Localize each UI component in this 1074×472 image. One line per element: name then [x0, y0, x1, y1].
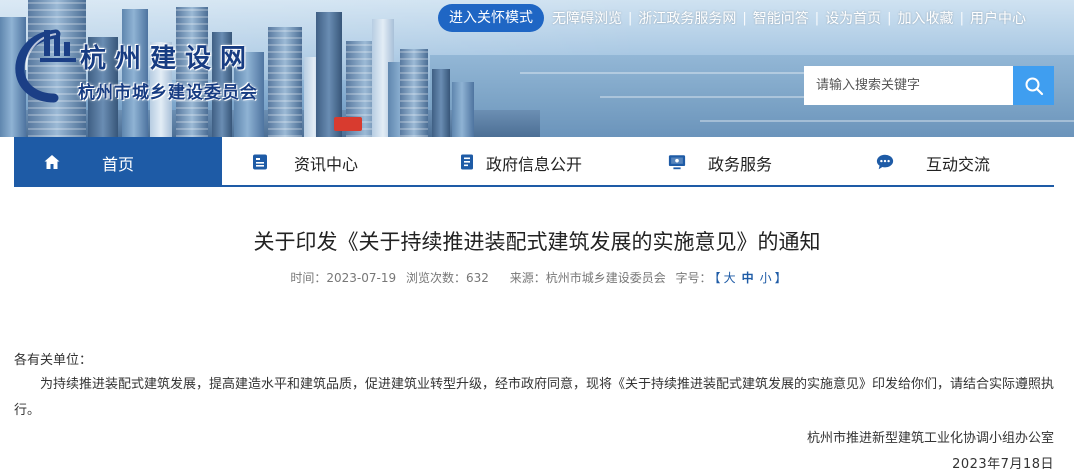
care-mode-button[interactable]: 进入关怀模式: [438, 4, 544, 32]
user-center-link[interactable]: 用户中心: [964, 8, 1032, 28]
nav-label-news-center: 资讯中心: [294, 155, 359, 174]
signature-date: 2023年7月18日: [952, 457, 1054, 472]
font-size-medium-button[interactable]: 中: [742, 271, 754, 285]
header-banner: 杭州建设网 杭州市城乡建设委员会 进入关怀模式 无障碍浏览 | 浙江政务服务网 …: [0, 0, 1074, 137]
nav-item-interaction[interactable]: 互动交流: [846, 137, 1054, 185]
signature-organization: 杭州市推进新型建筑工业化协调小组办公室: [806, 431, 1054, 446]
link-separator: |: [742, 10, 747, 26]
home-icon: [43, 153, 61, 171]
article-body: 为持续推进装配式建筑发展，提高建造水平和建筑品质，促进建筑业转型升级，经市政府同…: [14, 377, 1055, 418]
site-title: 杭州建设网: [80, 44, 256, 74]
nav-label-gov-service: 政务服务: [708, 155, 773, 174]
search-button[interactable]: [1013, 66, 1054, 105]
top-links-bar: 进入关怀模式 无障碍浏览 | 浙江政务服务网 | 智能问答 | 设为首页 | 加…: [438, 4, 1032, 32]
site-logo[interactable]: 杭州建设网 杭州市城乡建设委员会: [14, 28, 294, 110]
nav-label-gov-info: 政府信息公开: [486, 155, 583, 174]
article-salutation: 各有关单位：: [14, 353, 93, 368]
banner-red-sign: [334, 117, 362, 131]
monitor-icon: [668, 153, 686, 171]
add-favorite-link[interactable]: 加入收藏: [892, 8, 960, 28]
link-separator: |: [959, 10, 964, 26]
banner-building: [452, 82, 474, 137]
smart-qa-link[interactable]: 智能问答: [747, 8, 815, 28]
article-title: 关于印发《关于持续推进装配式建筑发展的实施意见》的通知: [253, 230, 821, 254]
link-separator: |: [628, 10, 633, 26]
site-subtitle: 杭州市城乡建设委员会: [78, 83, 258, 103]
search-icon: [1025, 77, 1043, 95]
font-size-close-bracket: 】: [774, 271, 787, 285]
search-input[interactable]: [804, 66, 1013, 105]
zhejiang-gov-service-link[interactable]: 浙江政务服务网: [632, 8, 742, 28]
banner-river-line: [700, 120, 1074, 122]
font-size-open-bracket: 【: [714, 271, 721, 285]
nav-label-interaction: 互动交流: [926, 155, 991, 174]
view-count: 浏览次数：632: [405, 271, 489, 285]
link-separator: |: [887, 10, 892, 26]
nav-item-gov-service[interactable]: 政务服务: [638, 137, 846, 185]
link-separator: |: [814, 10, 820, 26]
search-box: [804, 66, 1054, 105]
font-size-large-button[interactable]: 大: [724, 271, 736, 285]
font-size-small-button[interactable]: 小: [760, 271, 772, 285]
font-size-label: 字号：: [675, 271, 712, 285]
set-homepage-link[interactable]: 设为首页: [819, 8, 887, 28]
publish-time: 时间：2023-07-19: [290, 271, 397, 285]
article-source: 来源：杭州市城乡建设委员会: [509, 271, 666, 285]
chat-icon: [876, 153, 894, 171]
logo-emblem-icon: [15, 29, 76, 103]
article-meta: 时间：2023-07-19 浏览次数：632 来源：杭州市城乡建设委员会 字号：…: [0, 269, 1074, 286]
nav-item-news-center[interactable]: 资讯中心: [222, 137, 430, 185]
nav-item-gov-info[interactable]: 政府信息公开: [430, 137, 638, 185]
nav-label-home: 首页: [102, 155, 135, 174]
news-icon: [251, 153, 269, 171]
nav-item-home[interactable]: 首页: [14, 137, 222, 185]
accessibility-link[interactable]: 无障碍浏览: [544, 8, 628, 28]
main-nav: 首页 资讯中心 政府信息公开 政务服务 互动交流: [14, 137, 1054, 187]
document-icon: [458, 153, 476, 171]
banner-building: [432, 69, 450, 137]
banner-building: [400, 49, 428, 137]
